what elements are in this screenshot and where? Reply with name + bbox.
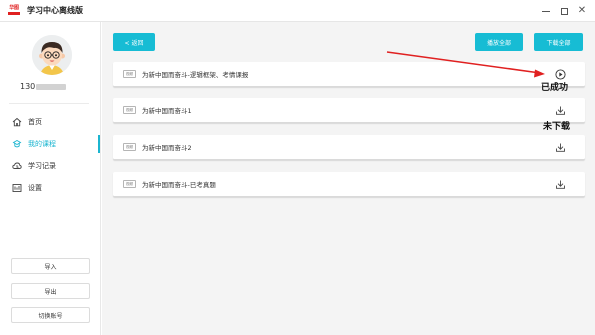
sidebar-divider <box>9 103 89 104</box>
app-logo: 华图 <box>6 6 22 16</box>
download-icon <box>556 143 565 152</box>
download-all-button[interactable]: 下载全部 <box>534 33 583 51</box>
download-button[interactable] <box>554 104 567 117</box>
minimize-button[interactable] <box>537 3 555 19</box>
course-title: 为新中国而奋斗1 <box>142 107 192 115</box>
course-title: 为新中国而奋斗-已考真题 <box>142 181 216 189</box>
play-icon <box>555 69 566 80</box>
sidebar: 130 首页 我的课程 学习记录 设置 导入 导出 切换账号 <box>0 22 101 335</box>
main-content: < 返回 播放全部 下载全部 视频 为新中国而奋斗-逻辑框架、考情课报 视频 为… <box>102 22 595 335</box>
course-type-tag: 视频 <box>123 106 136 114</box>
avatar[interactable] <box>32 35 72 75</box>
annotation-not-downloaded-label: 未下载 <box>543 122 571 132</box>
username-prefix: 130 <box>20 82 36 91</box>
course-row[interactable]: 视频 为新中国而奋斗-逻辑框架、考情课报 <box>113 62 585 87</box>
sidebar-item-label: 首页 <box>28 118 42 126</box>
export-button[interactable]: 导出 <box>11 283 90 299</box>
username: 130 <box>20 82 67 91</box>
download-button[interactable] <box>554 141 567 154</box>
maximize-button[interactable] <box>555 3 573 19</box>
course-row[interactable]: 视频 为新中国而奋斗1 <box>113 98 585 123</box>
download-icon <box>556 180 565 189</box>
course-title: 为新中国而奋斗-逻辑框架、考情课报 <box>142 71 249 79</box>
sidebar-item-home[interactable]: 首页 <box>0 111 100 133</box>
switch-account-button[interactable]: 切换账号 <box>11 307 90 323</box>
username-redacted <box>36 83 67 90</box>
play-all-button[interactable]: 播放全部 <box>475 33 523 51</box>
app-logo-text: 华图 <box>9 5 19 11</box>
sidebar-item-label: 我的课程 <box>28 140 56 148</box>
sidebar-nav: 首页 我的课程 学习记录 设置 <box>0 111 100 199</box>
course-type-tag: 视频 <box>123 180 136 188</box>
sidebar-item-study-record[interactable]: 学习记录 <box>0 155 100 177</box>
home-icon <box>12 117 22 127</box>
course-icon <box>12 139 22 149</box>
annotation-success-label: 已成功 <box>541 83 569 93</box>
window-controls: ✕ <box>537 3 591 19</box>
back-button[interactable]: < 返回 <box>113 33 155 51</box>
app-title: 学习中心离线版 <box>27 6 83 15</box>
close-button[interactable]: ✕ <box>573 3 591 19</box>
course-type-tag: 视频 <box>123 143 136 151</box>
title-bar: 华图 学习中心离线版 ✕ <box>0 0 595 22</box>
sidebar-item-my-courses[interactable]: 我的课程 <box>0 133 100 155</box>
maximize-icon <box>560 7 568 15</box>
download-button[interactable] <box>554 178 567 191</box>
download-icon <box>556 106 565 115</box>
course-row[interactable]: 视频 为新中国而奋斗2 <box>113 135 585 160</box>
import-button[interactable]: 导入 <box>11 258 90 274</box>
cartoon-boy-avatar-icon <box>32 35 72 75</box>
course-title: 为新中国而奋斗2 <box>142 144 192 152</box>
close-icon: ✕ <box>577 5 587 16</box>
sidebar-item-label: 学习记录 <box>28 162 56 170</box>
course-type-tag: 视频 <box>123 70 136 78</box>
settings-icon <box>12 183 22 193</box>
course-row[interactable]: 视频 为新中国而奋斗-已考真题 <box>113 172 585 197</box>
minimize-icon <box>542 10 550 12</box>
sidebar-item-label: 设置 <box>28 184 42 192</box>
sidebar-item-settings[interactable]: 设置 <box>0 177 100 199</box>
record-icon <box>12 161 22 171</box>
